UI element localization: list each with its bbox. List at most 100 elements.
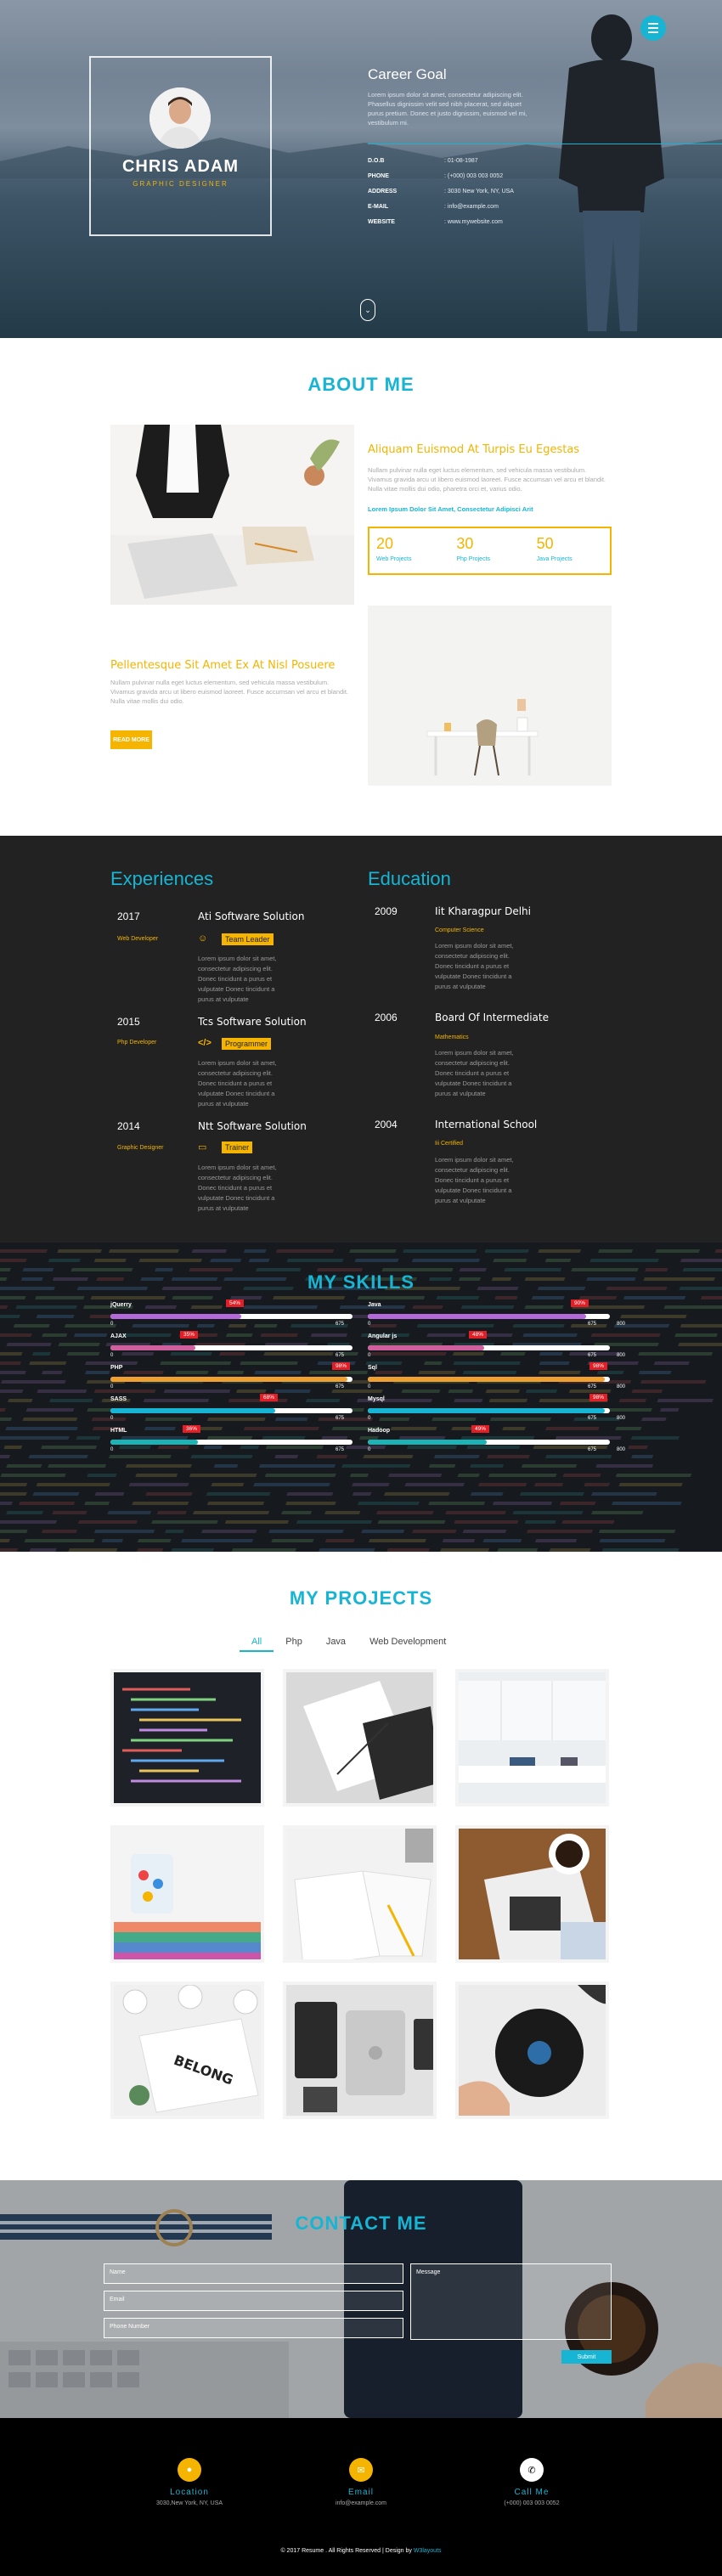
project-tile-belong-book[interactable]: BELONG xyxy=(110,1981,264,2119)
exp-badge: Programmer xyxy=(222,1038,272,1050)
email-value[interactable]: info@example.com xyxy=(297,2500,425,2506)
skill-bar-fill xyxy=(368,1440,487,1445)
skill-axis-label: 675 xyxy=(336,1384,345,1389)
skill-bar-fill xyxy=(110,1377,347,1382)
exp-year: 2015 xyxy=(117,1016,140,1028)
skill-axis-label: 0 xyxy=(368,1322,371,1327)
exp-company: Tcs Software Solution xyxy=(198,1016,307,1028)
project-tile-office[interactable] xyxy=(455,1669,609,1807)
project-tile-devices[interactable] xyxy=(283,1981,437,2119)
skills-section: MY SKILLS jQuerry 54% 0 675 AJAX 35% 0 675 PHP 98… xyxy=(0,1243,722,1552)
credit-link[interactable]: W3layouts xyxy=(414,2548,442,2554)
skill-percent-badge: 68% xyxy=(260,1394,279,1401)
about-link-1[interactable]: Lorem Ipsum Dolor Sit Amet, Consectetur … xyxy=(368,505,533,513)
skill-percent-badge: 49% xyxy=(471,1425,490,1433)
project-tile-code-screen[interactable] xyxy=(110,1669,264,1807)
edu-desc: Lorem ipsum dolor sit amet, consectetur … xyxy=(435,1156,514,1204)
email-input[interactable]: Email xyxy=(104,2291,403,2311)
info-row-address: ADDRESS: 3030 New York, NY, USA xyxy=(368,189,514,194)
skill-axis-label: 800 xyxy=(617,1416,626,1421)
scroll-down-icon[interactable]: ⌄ xyxy=(360,299,375,321)
phone-input[interactable]: Phone Number xyxy=(104,2318,403,2338)
skill-label: AJAX xyxy=(110,1333,127,1339)
info-row-email: E-MAIL: info@example.com xyxy=(368,204,499,210)
skill-axis-label: 0 xyxy=(368,1416,371,1421)
exp-role: Web Developer xyxy=(117,936,159,942)
about-image-laptop xyxy=(110,425,354,605)
skill-axis-label: 0 xyxy=(110,1322,114,1327)
exp-badge: Trainer xyxy=(222,1141,253,1153)
skill-axis-label: 675 xyxy=(336,1353,345,1358)
message-textarea[interactable]: Message xyxy=(410,2263,612,2340)
about-title: ABOUT ME xyxy=(307,374,415,395)
project-tile-notebooks[interactable] xyxy=(110,1825,264,1963)
skill-axis-label: 675 xyxy=(588,1416,597,1421)
skill-bar-fill xyxy=(110,1440,198,1445)
about-image-desk xyxy=(368,606,612,786)
edu-desc: Lorem ipsum dolor sit amet, consectetur … xyxy=(435,942,514,990)
location-label: Location xyxy=(170,2488,209,2497)
about-section: ABOUT ME Aliquam Euismod At Turpis Eu Eg… xyxy=(0,338,722,836)
skill-percent-badge: 36% xyxy=(183,1425,201,1433)
contact-title: CONTACT ME xyxy=(295,2212,427,2234)
edu-school: International School xyxy=(435,1119,538,1130)
info-row-dob: D.O.B: 01-08-1987 xyxy=(368,158,478,164)
info-row-website: WEBSITE: www.mywebsite.com xyxy=(368,219,503,225)
submit-button[interactable]: Submit xyxy=(561,2350,612,2364)
skill-axis-label: 0 xyxy=(368,1384,371,1389)
read-more-button[interactable]: READ MORE xyxy=(110,730,152,749)
skill-bar-fill xyxy=(110,1345,195,1350)
skill-label: SASS xyxy=(110,1396,127,1402)
project-tile-record-player[interactable] xyxy=(455,1981,609,2119)
project-filter-tabs: All Php Java Web Development xyxy=(240,1633,458,1652)
edu-field: Mathematics xyxy=(435,1034,469,1040)
exp-role: Php Developer xyxy=(117,1040,157,1046)
name-input[interactable]: Name xyxy=(104,2263,403,2284)
skill-axis-label: 0 xyxy=(110,1447,114,1452)
exp-badge: Team Leader xyxy=(222,933,274,945)
edu-year: 2006 xyxy=(375,1012,398,1023)
projects-title: MY PROJECTS xyxy=(289,1587,433,1609)
skill-bar-fill xyxy=(368,1408,605,1413)
avatar xyxy=(149,87,211,149)
career-goal-text: Lorem ipsum dolor sit amet, consectetur … xyxy=(368,91,527,127)
projects-section: MY PROJECTS All Php Java Web Development… xyxy=(0,1552,722,2180)
skill-axis-label: 800 xyxy=(617,1322,626,1327)
skill-axis-label: 675 xyxy=(588,1384,597,1389)
exp-company: Ati Software Solution xyxy=(198,910,305,922)
skill-label: PHP xyxy=(110,1365,123,1371)
experience-education-section: Experiences Education 2017 Web Developer… xyxy=(0,836,722,1243)
skill-bar-fill xyxy=(368,1314,586,1319)
skill-axis-label: 0 xyxy=(368,1447,371,1452)
about-text-1: Nullam pulvinar nulla eget luctus elemen… xyxy=(368,466,606,493)
contact-section: CONTACT ME Name Email Phone Number Messa… xyxy=(0,2180,722,2418)
tab-web-development[interactable]: Web Development xyxy=(358,1633,458,1652)
skill-label: Mysql xyxy=(368,1396,385,1402)
tab-all[interactable]: All xyxy=(240,1633,274,1652)
stat-php: 30 Php Projects xyxy=(456,535,491,562)
tab-php[interactable]: Php xyxy=(274,1633,314,1652)
project-tile-desk-notebook[interactable] xyxy=(283,1825,437,1963)
stat-java: 50 Java Projects xyxy=(536,535,573,562)
tab-java[interactable]: Java xyxy=(314,1633,358,1652)
skill-axis-label: 800 xyxy=(617,1447,626,1452)
skill-percent-badge: 48% xyxy=(469,1331,488,1339)
hero-section: CHRIS ADAM GRAPHIC DESIGNER Career Goal … xyxy=(0,0,722,338)
exp-desc: Lorem ipsum dolor sit amet, consectetur … xyxy=(198,1164,277,1212)
exp-desc: Lorem ipsum dolor sit amet, consectetur … xyxy=(198,955,277,1003)
skill-label: HTML xyxy=(110,1428,127,1434)
about-heading-1: Aliquam Euismod At Turpis Eu Egestas xyxy=(368,443,580,456)
skill-percent-badge: 54% xyxy=(226,1299,245,1307)
menu-button[interactable] xyxy=(640,15,666,41)
edu-desc: Lorem ipsum dolor sit amet, consectetur … xyxy=(435,1049,514,1097)
project-stats: 20 Web Projects 30 Php Projects 50 Java Pro… xyxy=(368,527,612,575)
skill-axis-label: 675 xyxy=(336,1322,345,1327)
education-title: Education xyxy=(368,868,451,889)
profile-name: CHRIS ADAM xyxy=(121,157,240,176)
edu-field: Computer Science xyxy=(435,927,484,933)
project-tile-papers[interactable] xyxy=(283,1669,437,1807)
exp-company: Ntt Software Solution xyxy=(198,1120,307,1132)
profile-role: GRAPHIC DESIGNER xyxy=(133,180,228,188)
about-heading-2: Pellentesque Sit Amet Ex At Nisl Posuere xyxy=(110,659,336,672)
project-tile-coffee-magazine[interactable] xyxy=(455,1825,609,1963)
